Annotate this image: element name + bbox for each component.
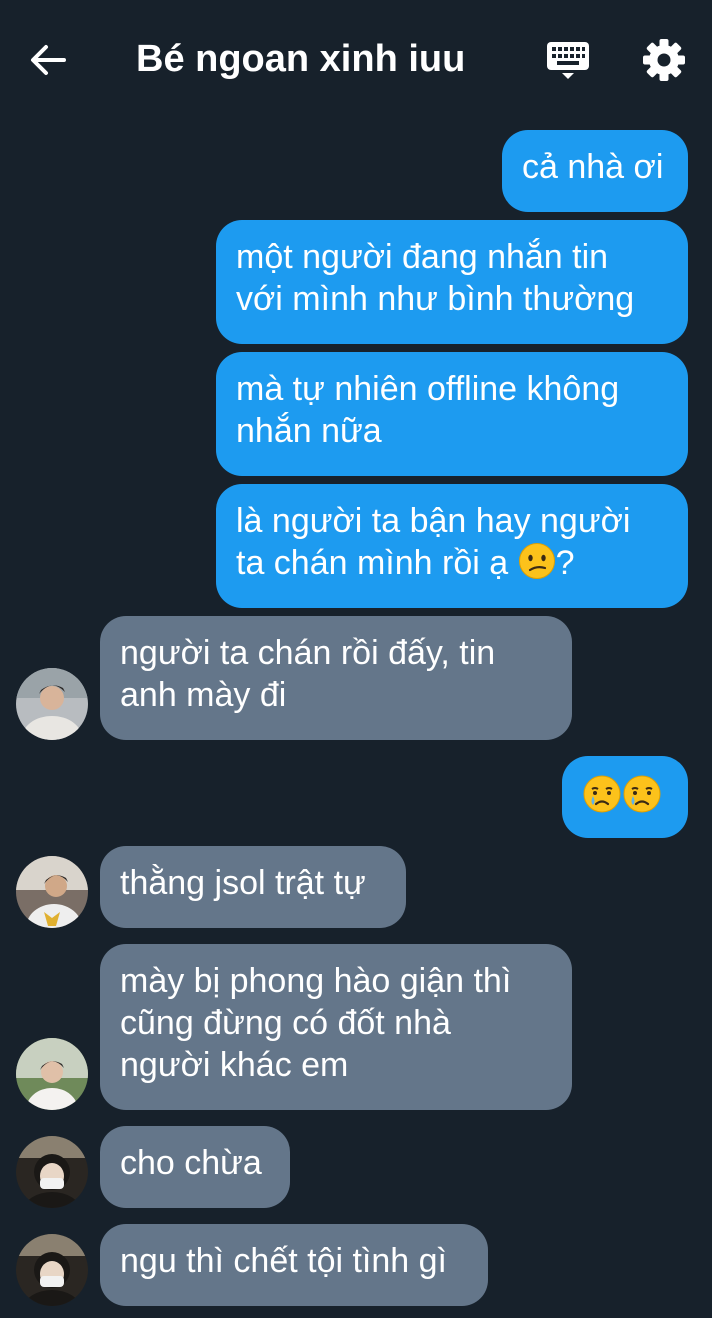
message-text: mày bị phong hào giận thì [120,962,512,1000]
message-text: ? [555,544,575,582]
back-button[interactable] [22,36,74,84]
avatar[interactable] [16,1234,88,1306]
gear-icon [643,39,685,81]
message-text: thằng jsol trật tự [120,864,366,902]
outgoing-message[interactable] [562,756,688,838]
settings-button[interactable] [637,34,691,86]
crying-face-emoji [623,775,661,813]
message-text: cũng đừng có đốt nhà [120,1004,451,1042]
message-line: ta chán mình rồi ạ ? [236,542,668,584]
incoming-message[interactable]: ngu thì chết tội tình gì [100,1224,488,1306]
incoming-message[interactable]: mày bị phong hào giận thì cũng đừng có đ… [100,944,572,1110]
message-text: là người ta bận hay người [236,502,631,540]
outgoing-message[interactable]: một người đang nhắn tin với mình như bìn… [216,220,688,344]
chat-header: Bé ngoan xinh iuu [0,0,712,118]
message-text: người ta chán rồi đấy, tin [120,634,496,672]
keyboard-button[interactable] [542,36,594,84]
message-text: nhắn nữa [236,412,382,450]
avatar[interactable] [16,1038,88,1110]
avatar[interactable] [16,856,88,928]
message-text: người khác em [120,1046,349,1084]
outgoing-message[interactable]: là người ta bận hay người ta chán mình r… [216,484,688,608]
message-text: mà tự nhiên offline không [236,370,620,408]
keyboard-icon [547,42,589,79]
chat-title: Bé ngoan xinh iuu [136,38,466,80]
confused-face-emoji [518,543,555,579]
message-text: ta chán mình rồi ạ [236,544,509,582]
crying-face-emoji [583,775,621,813]
message-text: cho chừa [120,1144,262,1182]
message-text: cả nhà ơi [522,148,664,186]
incoming-message[interactable]: thằng jsol trật tự [100,846,406,928]
message-text: một người đang nhắn tin [236,238,609,276]
message-text: ngu thì chết tội tình gì [120,1242,448,1280]
incoming-message[interactable]: cho chừa [100,1126,290,1208]
outgoing-message[interactable]: cả nhà ơi [502,130,688,212]
avatar[interactable] [16,668,88,740]
outgoing-message[interactable]: mà tự nhiên offline không nhắn nữa [216,352,688,476]
message-text: với mình như bình thường [236,280,635,318]
arrow-left-icon [31,45,66,75]
incoming-message[interactable]: người ta chán rồi đấy, tin anh mày đi [100,616,572,740]
message-text: anh mày đi [120,676,287,714]
avatar[interactable] [16,1136,88,1208]
